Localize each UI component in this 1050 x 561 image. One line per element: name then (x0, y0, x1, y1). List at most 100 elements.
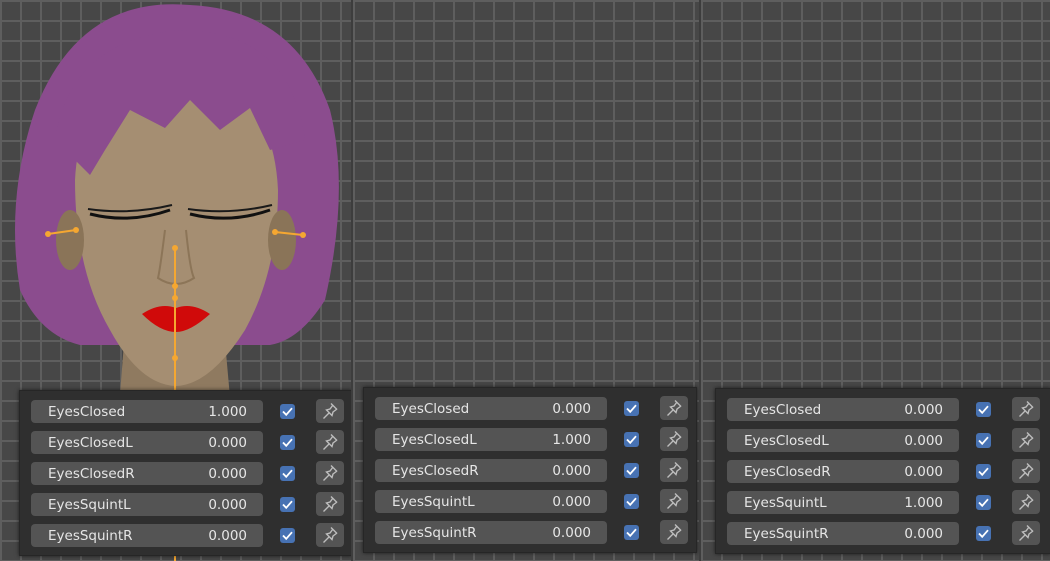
shape-key-value: 1.000 (208, 404, 247, 420)
shape-key-value: 0.000 (552, 525, 591, 541)
pin-icon (1019, 494, 1034, 510)
viewport-1[interactable]: EyesClosed 1.000 EyesClosedL 0.000 EyesC… (0, 0, 351, 561)
shape-key-value-field[interactable]: EyesClosedL 0.000 (727, 429, 959, 452)
shape-key-value-field[interactable]: EyesClosed 1.000 (31, 400, 263, 423)
shape-key-name: EyesSquintL (744, 495, 827, 511)
shape-key-enabled-checkbox[interactable] (976, 464, 991, 479)
checkmark-icon (978, 498, 989, 508)
shape-key-enabled-checkbox[interactable] (280, 497, 295, 512)
pin-button[interactable] (316, 492, 344, 516)
checkmark-icon (978, 467, 989, 477)
shape-key-value: 0.000 (904, 464, 943, 480)
bone-joint (172, 245, 178, 251)
bone-joint (172, 295, 178, 301)
shape-key-value: 1.000 (904, 495, 943, 511)
pin-icon (323, 434, 338, 450)
pin-button[interactable] (316, 399, 344, 423)
shape-key-enabled-checkbox[interactable] (280, 404, 295, 419)
shape-key-name: EyesClosedR (744, 464, 831, 480)
checkmark-icon (626, 528, 637, 538)
checkmark-icon (978, 436, 989, 446)
left-ear (56, 210, 84, 270)
shape-key-value: 0.000 (208, 466, 247, 482)
pin-button[interactable] (1012, 428, 1040, 452)
shape-key-value: 1.000 (552, 432, 591, 448)
shape-key-enabled-checkbox[interactable] (280, 466, 295, 481)
pin-icon (1019, 463, 1034, 479)
shape-key-value: 0.000 (552, 401, 591, 417)
shape-keys-panel-2: EyesClosed 0.000 EyesClosedL 1.000 EyesC… (363, 387, 697, 553)
shape-key-value-field[interactable]: EyesClosedR 0.000 (375, 459, 607, 482)
shape-key-name: EyesClosed (48, 404, 126, 420)
viewport-3[interactable]: EyesClosed 0.000 EyesClosedL 0.000 EyesC… (701, 0, 1050, 561)
shape-key-value-field[interactable]: EyesClosedL 1.000 (375, 428, 607, 451)
pin-button[interactable] (660, 520, 688, 544)
pin-button[interactable] (660, 458, 688, 482)
pin-button[interactable] (660, 489, 688, 513)
shape-key-value-field[interactable]: EyesSquintR 0.000 (31, 524, 263, 547)
viewport-2[interactable]: EyesClosed 0.000 EyesClosedL 1.000 EyesC… (353, 0, 699, 561)
shape-key-value-field[interactable]: EyesSquintR 0.000 (727, 522, 959, 545)
shape-key-enabled-checkbox[interactable] (976, 433, 991, 448)
shape-key-value-field[interactable]: EyesClosedL 0.000 (31, 431, 263, 454)
shape-key-enabled-checkbox[interactable] (280, 528, 295, 543)
shape-key-name: EyesClosedL (392, 432, 477, 448)
pin-icon (667, 462, 682, 478)
bone-joint (73, 227, 79, 233)
shape-key-name: EyesClosedR (392, 463, 479, 479)
shape-key-enabled-checkbox[interactable] (280, 435, 295, 450)
shape-key-name: EyesSquintR (744, 526, 829, 542)
pin-icon (323, 496, 338, 512)
shape-key-value-field[interactable]: EyesClosed 0.000 (727, 398, 959, 421)
shape-key-name: EyesClosedR (48, 466, 135, 482)
pin-button[interactable] (660, 396, 688, 420)
pin-icon (323, 527, 338, 543)
pin-button[interactable] (316, 461, 344, 485)
pin-icon (667, 524, 682, 540)
shape-key-enabled-checkbox[interactable] (624, 494, 639, 509)
shape-key-value: 0.000 (904, 402, 943, 418)
checkmark-icon (282, 438, 293, 448)
shape-key-name: EyesClosedL (744, 433, 829, 449)
pin-button[interactable] (1012, 521, 1040, 545)
pin-icon (323, 403, 338, 419)
pin-button[interactable] (316, 523, 344, 547)
shape-key-value-field[interactable]: EyesClosedR 0.000 (31, 462, 263, 485)
pin-button[interactable] (1012, 397, 1040, 421)
shape-key-value: 0.000 (208, 497, 247, 513)
shape-key-value-field[interactable]: EyesSquintL 0.000 (31, 493, 263, 516)
shape-key-name: EyesSquintL (48, 497, 131, 513)
shape-key-value-field[interactable]: EyesClosed 0.000 (375, 397, 607, 420)
bone-joint (300, 232, 306, 238)
shape-key-value: 0.000 (208, 435, 247, 451)
shape-key-name: EyesSquintR (48, 528, 133, 544)
shape-key-enabled-checkbox[interactable] (624, 463, 639, 478)
bone-joint (172, 355, 178, 361)
shape-key-value: 0.000 (552, 494, 591, 510)
right-ear (268, 210, 296, 270)
shape-key-enabled-checkbox[interactable] (976, 495, 991, 510)
shape-key-value-field[interactable]: EyesSquintL 1.000 (727, 491, 959, 514)
pin-button[interactable] (660, 427, 688, 451)
shape-key-enabled-checkbox[interactable] (624, 401, 639, 416)
pin-icon (667, 493, 682, 509)
shape-key-value-field[interactable]: EyesSquintR 0.000 (375, 521, 607, 544)
shape-key-enabled-checkbox[interactable] (624, 525, 639, 540)
bone-joint (272, 229, 278, 235)
shape-key-enabled-checkbox[interactable] (624, 432, 639, 447)
shape-key-value-field[interactable]: EyesSquintL 0.000 (375, 490, 607, 513)
shape-keys-panel-1: EyesClosed 1.000 EyesClosedL 0.000 EyesC… (19, 390, 351, 556)
checkmark-icon (282, 469, 293, 479)
pin-button[interactable] (1012, 459, 1040, 483)
comparison-screenshot: EyesClosed 1.000 EyesClosedL 0.000 EyesC… (0, 0, 1050, 561)
shape-key-enabled-checkbox[interactable] (976, 402, 991, 417)
shape-key-name: EyesClosed (392, 401, 470, 417)
pin-button[interactable] (1012, 490, 1040, 514)
shape-key-enabled-checkbox[interactable] (976, 526, 991, 541)
shape-key-name: EyesSquintL (392, 494, 475, 510)
pin-button[interactable] (316, 430, 344, 454)
shape-key-value: 0.000 (552, 463, 591, 479)
shape-key-value-field[interactable]: EyesClosedR 0.000 (727, 460, 959, 483)
checkmark-icon (978, 529, 989, 539)
checkmark-icon (282, 407, 293, 417)
